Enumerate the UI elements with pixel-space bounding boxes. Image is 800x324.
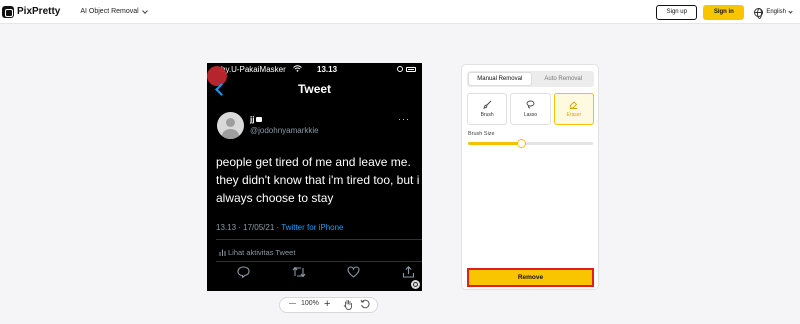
tool-select-label: AI Object Removal (80, 8, 139, 15)
more-icon: ··· (398, 114, 410, 124)
image-canvas[interactable]: by.U-PakaiMasker 13.13 Tweet jj @jodohny… (207, 63, 422, 291)
brush-size-label: Brush Size (468, 131, 495, 137)
like-icon (347, 265, 360, 283)
hand-pan-icon[interactable] (343, 299, 353, 312)
tweet-handle: @jodohnyamarkkie (250, 126, 319, 135)
status-time: 13.13 (317, 65, 338, 74)
reply-icon (237, 265, 250, 283)
retweet-icon (292, 265, 306, 283)
logo-text: PixPretty (17, 6, 61, 17)
activity-text: Lihat aktivitas Tweet (228, 248, 296, 257)
chevron-down-icon (141, 7, 148, 14)
sign-up-button[interactable]: Sign up (656, 4, 698, 20)
tool-select-dropdown[interactable]: AI Object Removal (80, 7, 148, 15)
logo[interactable]: PixPretty (2, 5, 61, 18)
tweet-source: Twitter for iPhone (281, 223, 344, 232)
mode-tabs: Manual Removal Auto Removal (467, 71, 594, 87)
slider-thumb[interactable] (517, 139, 527, 148)
tweet-activity: Lihat aktivitas Tweet (219, 248, 295, 257)
language-selector[interactable]: English (754, 7, 793, 19)
eraser-icon (569, 101, 578, 109)
slider-fill (468, 142, 522, 145)
tool-group: Brush Lasso Eraser (467, 93, 594, 125)
battery-icon (406, 66, 416, 72)
zoom-out-button[interactable]: — (289, 300, 296, 307)
tab-manual-removal[interactable]: Manual Removal (468, 72, 532, 86)
tweet-title: Tweet (297, 82, 332, 96)
lasso-tool-button[interactable]: Lasso (510, 93, 551, 125)
lasso-tool-label: Lasso (523, 112, 538, 118)
tweet-timestamp: 13.13 · 17/05/21 · (216, 223, 282, 232)
tweet-username: jj (250, 115, 263, 124)
wifi-icon (293, 65, 302, 74)
carrier-text: by.U-PakaiMasker (221, 65, 286, 74)
eraser-tool-label: Eraser (566, 112, 582, 118)
reset-icon[interactable] (360, 299, 370, 311)
magnifier-icon[interactable] (411, 280, 420, 289)
brush-tool-label: Brush (480, 112, 494, 118)
removal-panel: Manual Removal Auto Removal Brush Lasso … (461, 64, 599, 290)
zoom-toolbar: — 100% + (279, 297, 378, 313)
tweet-actions (207, 265, 422, 283)
brush-size-slider[interactable] (468, 142, 593, 145)
sign-in-button[interactable]: Sign in (703, 4, 745, 20)
tweet-text: people get tired of me and leave me. the… (216, 155, 420, 205)
remove-button[interactable]: Remove (467, 268, 594, 287)
bar-chart-icon (219, 249, 226, 256)
tweet-meta: 13.13 · 17/05/21 · Twitter for iPhone (216, 223, 343, 232)
zoom-level: 100% (301, 300, 319, 307)
divider (216, 239, 422, 240)
avatar (217, 112, 244, 139)
globe-icon (754, 7, 764, 19)
lasso-icon (526, 100, 535, 109)
chevron-down-icon (788, 8, 793, 14)
language-label: English (766, 9, 786, 15)
username-text: jj (250, 115, 255, 124)
divider (216, 261, 422, 262)
zoom-in-button[interactable]: + (324, 298, 330, 310)
brush-icon (482, 100, 491, 109)
top-bar: PixPretty AI Object Removal Sign up Sign… (0, 0, 800, 24)
brush-tool-button[interactable]: Brush (467, 93, 508, 125)
lock-icon (256, 117, 263, 122)
logo-icon (2, 5, 14, 18)
tab-auto-removal[interactable]: Auto Removal (533, 71, 595, 87)
rotation-lock-icon (397, 66, 403, 72)
phone-status-bar: by.U-PakaiMasker 13.13 (207, 65, 422, 75)
eraser-tool-button[interactable]: Eraser (553, 93, 594, 125)
